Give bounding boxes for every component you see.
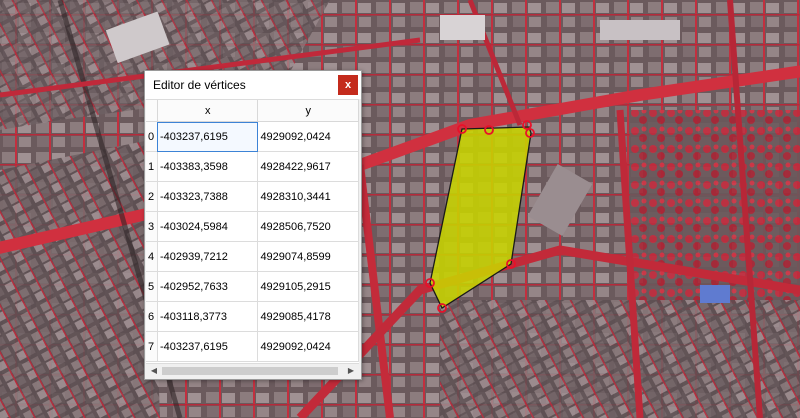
imagery-district-left bbox=[0, 140, 160, 418]
row-index[interactable]: 3 bbox=[146, 211, 158, 242]
vertex-table[interactable]: x y 0 -403237,6195 4929092,0424 1 -40338… bbox=[146, 99, 359, 364]
cell-x[interactable]: -403383,3598 bbox=[157, 151, 259, 182]
vertex-editor-window[interactable]: Editor de vértices x x y 0 -403237,6195 … bbox=[144, 70, 362, 380]
cell-x[interactable]: -402939,7212 bbox=[157, 241, 259, 272]
rooftop bbox=[440, 15, 485, 40]
table-row[interactable]: 5 -402952,7633 4929105,2915 bbox=[146, 271, 359, 302]
close-button[interactable]: x bbox=[338, 75, 358, 95]
column-header-x[interactable]: x bbox=[157, 100, 259, 122]
row-index[interactable]: 5 bbox=[146, 271, 158, 302]
satellite-map-canvas[interactable] bbox=[0, 0, 800, 418]
row-index[interactable]: 4 bbox=[146, 241, 158, 272]
scroll-right-arrow-icon[interactable]: ▶ bbox=[345, 365, 357, 377]
row-index[interactable]: 6 bbox=[146, 301, 158, 332]
cell-y[interactable]: 4928506,7520 bbox=[257, 211, 359, 242]
table-corner-header[interactable] bbox=[146, 100, 158, 122]
cell-x[interactable]: -403237,6195 bbox=[157, 121, 259, 152]
cell-x[interactable]: -403118,3773 bbox=[157, 301, 259, 332]
cell-y[interactable]: 4929085,4178 bbox=[257, 301, 359, 332]
cell-y[interactable]: 4928310,3441 bbox=[257, 181, 359, 212]
cell-y[interactable]: 4929092,0424 bbox=[257, 331, 359, 362]
cell-y[interactable]: 4929105,2915 bbox=[257, 271, 359, 302]
table-row[interactable]: 2 -403323,7388 4928310,3441 bbox=[146, 181, 359, 212]
table-row[interactable]: 7 -403237,6195 4929092,0424 bbox=[146, 331, 359, 362]
row-index[interactable]: 7 bbox=[146, 331, 158, 362]
rooftop bbox=[700, 285, 730, 303]
table-row[interactable]: 0 -403237,6195 4929092,0424 bbox=[146, 121, 359, 152]
rooftop bbox=[600, 20, 680, 40]
cell-y[interactable]: 4928422,9617 bbox=[257, 151, 359, 182]
cell-x[interactable]: -403024,5984 bbox=[157, 211, 259, 242]
scrollbar-thumb[interactable] bbox=[162, 367, 338, 375]
table-row[interactable]: 6 -403118,3773 4929085,4178 bbox=[146, 301, 359, 332]
table-header-row: x y bbox=[146, 100, 359, 122]
table-row[interactable]: 4 -402939,7212 4929074,8599 bbox=[146, 241, 359, 272]
cell-x[interactable]: -403323,7388 bbox=[157, 181, 259, 212]
cell-x[interactable]: -403237,6195 bbox=[157, 331, 259, 362]
scroll-left-arrow-icon[interactable]: ◀ bbox=[148, 365, 160, 377]
cell-y[interactable]: 4929092,0424 bbox=[257, 121, 359, 152]
table-row[interactable]: 3 -403024,5984 4928506,7520 bbox=[146, 211, 359, 242]
row-index[interactable]: 2 bbox=[146, 181, 158, 212]
row-index[interactable]: 0 bbox=[146, 121, 158, 152]
imagery-block-bottom bbox=[440, 300, 800, 418]
cell-y[interactable]: 4929074,8599 bbox=[257, 241, 359, 272]
table-row[interactable]: 1 -403383,3598 4928422,9617 bbox=[146, 151, 359, 182]
column-header-y[interactable]: y bbox=[257, 100, 359, 122]
row-index[interactable]: 1 bbox=[146, 151, 158, 182]
window-title: Editor de vértices bbox=[153, 78, 246, 92]
horizontal-scrollbar[interactable]: ◀ ▶ bbox=[146, 363, 359, 378]
window-titlebar[interactable]: Editor de vértices x bbox=[145, 71, 361, 99]
cell-x[interactable]: -402952,7633 bbox=[157, 271, 259, 302]
